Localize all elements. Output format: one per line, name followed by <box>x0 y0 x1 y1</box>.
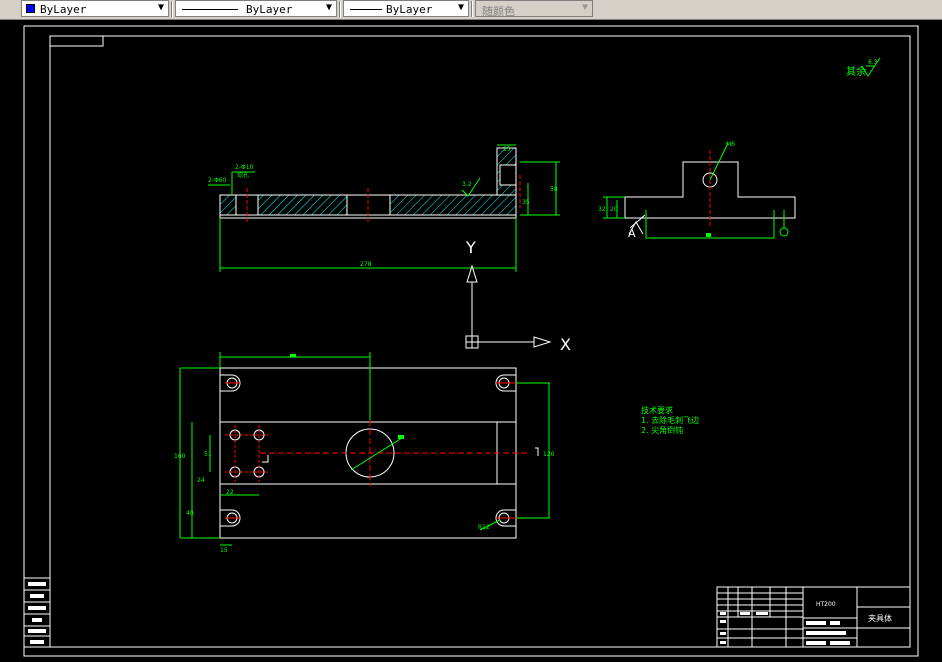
linetype-dropdown[interactable]: ByLayer ▼ <box>175 0 337 17</box>
callout-spotface: 2-Φ60 <box>208 177 227 184</box>
technical-requirements: 技术要求 1. 去除毛刺飞边 2. 尖角倒钝 <box>641 405 699 435</box>
part-name-label: 夹具体 <box>868 613 892 623</box>
dim-hole-x: 22 <box>226 489 234 496</box>
dim-hole-y: 24 <box>197 477 205 484</box>
dim-lug-radius: R12 <box>478 524 490 531</box>
color-dropdown[interactable]: ByLayer ▼ <box>21 0 169 17</box>
plotstyle-value: 随颜色 <box>482 5 515 18</box>
ucs-icon: Y X <box>465 238 571 354</box>
sheet-border-outer <box>23 25 919 657</box>
callout-hole: 2-Φ10 <box>235 164 254 171</box>
lug-slot <box>499 164 517 186</box>
callout-counterbore: 锪孔 <box>237 171 249 179</box>
linetype-preview <box>182 9 238 10</box>
section-label: A <box>628 227 636 240</box>
dim-side-a: 32 <box>598 206 606 213</box>
title-block: HT200 夹具体 <box>716 586 911 648</box>
color-value: ByLayer <box>40 3 87 16</box>
dim-lug-center: 15 <box>220 547 228 554</box>
plan-view: 160 120 40 51 24 22 15 R12 <box>174 352 555 554</box>
tech-title: 技术要求 <box>641 405 673 415</box>
dim-lug-spacing: 120 <box>543 451 555 458</box>
lineweight-dropdown[interactable]: ByLayer ▼ <box>343 0 469 17</box>
ucs-axis-y: Y <box>465 238 476 257</box>
toolbar-separator <box>339 1 341 17</box>
chevron-down-icon: ▼ <box>157 2 164 13</box>
chevron-down-icon: ▼ <box>581 2 588 13</box>
ucs-axis-x: X <box>560 335 571 354</box>
revision-strip <box>23 577 51 648</box>
dim-width: 160 <box>174 453 186 460</box>
roughness-note: 其余 6.3 <box>846 57 881 78</box>
linetype-value: ByLayer <box>246 3 293 16</box>
dim-overall-length: 278 <box>360 261 372 268</box>
drawing-canvas[interactable]: 其余 6.3 278 58 35 15 3.2 2-Φ10 锪孔 2-Φ60 M… <box>0 19 942 662</box>
front-section-view: 278 58 35 15 3.2 2-Φ10 锪孔 2-Φ60 <box>208 144 560 272</box>
dim-lug-width: 15 <box>503 146 511 153</box>
roughness-slot-value: 3.2 <box>462 181 472 188</box>
plotstyle-dropdown: 随颜色 ▼ <box>475 0 593 18</box>
color-swatch <box>26 4 35 13</box>
roughness-rest-value: 6.3 <box>868 59 878 66</box>
dim-hole-pitch: 51 <box>204 451 212 458</box>
chevron-down-icon: ▼ <box>325 2 332 13</box>
lineweight-preview <box>350 9 382 10</box>
dim-height: 58 <box>550 186 558 193</box>
properties-toolbar: ByLayer ▼ ByLayer ▼ ByLayer ▼ 随颜色 ▼ <box>0 0 942 20</box>
dim-rib-offset: 40 <box>186 510 194 517</box>
toolbar-separator <box>171 1 173 17</box>
toolbar-separator <box>471 1 473 17</box>
lineweight-value: ByLayer <box>386 3 433 16</box>
dim-thread: M6 <box>726 141 735 148</box>
dim-step: 35 <box>522 199 530 206</box>
dim-side-b: 20 <box>610 206 618 213</box>
tech-item-1: 1. 去除毛刺飞边 <box>641 415 699 425</box>
drawing-number-box <box>49 35 104 47</box>
material-label: HT200 <box>816 601 836 608</box>
chevron-down-icon: ▼ <box>457 2 464 13</box>
side-view: M6 32 20 A <box>598 141 796 240</box>
tech-item-2: 2. 尖角倒钝 <box>641 425 683 435</box>
